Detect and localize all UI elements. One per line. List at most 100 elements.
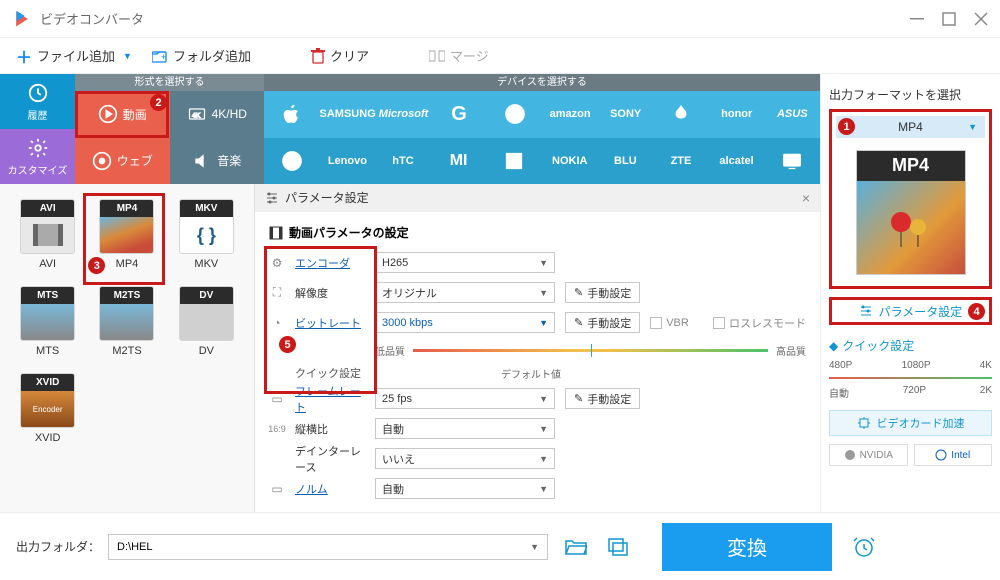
customize-tab[interactable]: カスタマイズ <box>0 129 75 184</box>
bitrate-label: ビットレート <box>295 315 365 331</box>
preset-row-bot[interactable]: 自動720P2K <box>829 385 992 400</box>
annotation-badge-4: 4 <box>968 303 985 320</box>
brand-row-2: Lenovo hTC MI 1 NOKIA BLU ZTE alcatel TV <box>264 138 820 185</box>
format-select-header: 形式を選択する <box>75 74 264 91</box>
device-select-header: デバイスを選択する <box>264 74 820 91</box>
format-avi[interactable]: AVI AVI <box>10 199 85 270</box>
brand-microsoft[interactable]: Microsoft <box>376 91 432 138</box>
snapshot-button[interactable] <box>604 533 632 561</box>
dropdown-icon[interactable]: ▼ <box>123 51 132 61</box>
brand-huawei[interactable] <box>653 91 709 138</box>
aspect-select[interactable]: 自動▼ <box>375 418 555 439</box>
output-format-dropdown[interactable]: MP4▼ <box>836 116 985 138</box>
clear-button[interactable]: クリア <box>311 46 369 65</box>
quality-slider[interactable]: 低品質 高品質 <box>375 343 806 358</box>
apple-icon <box>282 103 302 125</box>
lossless-checkbox[interactable]: ロスレスモード <box>713 315 806 331</box>
category-web[interactable]: ウェブ <box>75 138 170 185</box>
resolution-manual-button[interactable]: ✎手動設定 <box>565 282 640 303</box>
close-icon[interactable] <box>974 12 988 26</box>
nvidia-chip: NVIDIA <box>829 444 908 466</box>
open-folder-button[interactable] <box>562 533 590 561</box>
maximize-icon[interactable] <box>942 12 956 26</box>
framerate-select[interactable]: 25 fps▼ <box>375 388 555 409</box>
output-thumbnail: MP4 <box>856 150 966 275</box>
brand-motorola[interactable] <box>264 138 320 185</box>
lg-icon <box>504 103 526 125</box>
brand-xiaomi[interactable]: MI <box>431 138 487 185</box>
annotation-badge-5: 5 <box>279 336 296 353</box>
brand-lenovo[interactable]: Lenovo <box>320 138 376 185</box>
brand-asus[interactable]: ASUS <box>764 91 820 138</box>
bitrate-manual-button[interactable]: ✎手動設定 <box>565 312 640 333</box>
motorola-icon <box>281 150 303 172</box>
alarm-clock-icon <box>852 535 876 559</box>
brand-google[interactable]: G <box>431 91 487 138</box>
category-audio[interactable]: 音楽 <box>170 138 265 185</box>
panel-close-icon[interactable]: × <box>802 190 810 206</box>
parameter-settings-button[interactable]: パラメータ設定 4 <box>829 297 992 325</box>
brand-alcatel[interactable]: alcatel <box>709 138 765 185</box>
add-file-button[interactable]: ＋ ファイル追加 ▼ <box>16 44 132 68</box>
brand-htc[interactable]: hTC <box>375 138 431 185</box>
deinterlace-select[interactable]: いいえ▼ <box>375 448 555 469</box>
norm-select[interactable]: 自動▼ <box>375 478 555 499</box>
output-preview[interactable]: 1 MP4▼ MP4 <box>829 109 992 289</box>
deinterlace-label: デインターレース <box>295 443 365 475</box>
bottom-bar: 出力フォルダ： D:\HEL▼ 変換 <box>0 512 1000 580</box>
quick-setting-title: ◆クイック設定 <box>829 337 992 354</box>
add-folder-button[interactable]: + フォルダ追加 <box>152 46 251 65</box>
merge-icon <box>429 49 445 63</box>
framerate-icon: ▭ <box>269 391 285 407</box>
gpu-accel-button[interactable]: ビデオカード加速 <box>829 410 992 436</box>
sliders-icon <box>265 191 279 205</box>
annotation-badge-3: 3 <box>88 257 105 274</box>
preset-slider[interactable] <box>829 377 992 379</box>
format-m2ts[interactable]: M2TS M2TS <box>89 286 164 357</box>
format-mkv[interactable]: MKV{ } MKV <box>169 199 244 270</box>
brand-amazon[interactable]: amazon <box>542 91 598 138</box>
brand-nokia[interactable]: NOKIA <box>542 138 598 185</box>
output-folder-input[interactable]: D:\HEL▼ <box>108 534 548 560</box>
minimize-icon[interactable] <box>910 12 924 26</box>
resolution-select[interactable]: オリジナル▼ <box>375 282 555 303</box>
chrome-icon <box>92 151 112 171</box>
merge-button: マージ <box>429 46 489 65</box>
bitrate-select[interactable]: 3000 kbps▼ <box>375 312 555 333</box>
output-folder-label: 出力フォルダ： <box>16 538 100 555</box>
format-mp4[interactable]: MP4 MP4 3 <box>89 199 164 270</box>
vbr-checkbox[interactable]: VBR <box>650 317 689 329</box>
resolution-label: 解像度 <box>295 285 365 301</box>
schedule-button[interactable] <box>850 533 878 561</box>
format-xvid[interactable]: XVIDEncoder XVID <box>10 373 85 444</box>
preset-row-top[interactable]: 480P1080P4K <box>829 360 992 371</box>
brand-apple[interactable] <box>264 91 320 138</box>
huawei-icon <box>670 103 692 125</box>
bitrate-icon: ◔ <box>269 315 285 331</box>
brand-row-1: SAMSUNG Microsoft G amazon SONY honor AS… <box>264 91 820 138</box>
format-mts[interactable]: MTS MTS <box>10 286 85 357</box>
chip-icon <box>857 416 871 430</box>
brand-lg[interactable] <box>487 91 543 138</box>
brand-samsung[interactable]: SAMSUNG <box>320 91 376 138</box>
brand-tv[interactable]: TV <box>764 138 820 185</box>
brand-blu[interactable]: BLU <box>598 138 654 185</box>
title-bar: ビデオコンバータ <box>0 0 1000 38</box>
history-icon <box>27 82 49 104</box>
framerate-manual-button[interactable]: ✎手動設定 <box>565 388 640 409</box>
speaker-icon <box>192 151 212 171</box>
brand-zte[interactable]: ZTE <box>653 138 709 185</box>
format-dv[interactable]: DV DV <box>169 286 244 357</box>
annotation-badge-2: 2 <box>150 94 167 111</box>
encoder-select[interactable]: H265▼ <box>375 252 555 273</box>
brand-oneplus[interactable]: 1 <box>486 138 542 185</box>
history-tab[interactable]: 履歴 <box>0 74 75 129</box>
encoder-icon: ⚙ <box>269 255 285 271</box>
toolbar: ＋ ファイル追加 ▼ + フォルダ追加 クリア マージ <box>0 38 1000 74</box>
category-4k-hd[interactable]: 4K 4K/HD <box>170 91 265 138</box>
norm-label: ノルム <box>295 481 365 497</box>
brand-honor[interactable]: honor <box>709 91 765 138</box>
brand-sony[interactable]: SONY <box>598 91 654 138</box>
convert-button[interactable]: 変換 <box>662 523 832 571</box>
gear-icon <box>27 137 49 159</box>
